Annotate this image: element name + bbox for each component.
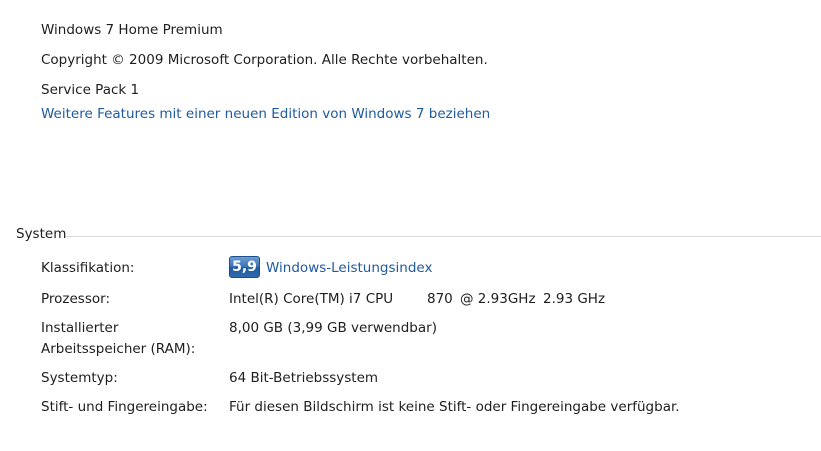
rating-label: Klassifikation:: [41, 260, 135, 276]
processor-speed: 2.93 GHz: [543, 291, 606, 307]
processor-name: Intel(R) Core(TM) i7 CPU: [229, 291, 394, 307]
pen-touch-label: Stift- und Fingereingabe:: [41, 399, 208, 415]
upgrade-edition-link[interactable]: Weitere Features mit einer neuen Edition…: [41, 106, 490, 122]
copyright-text: Copyright © 2009 Microsoft Corporation. …: [41, 52, 488, 68]
service-pack-text: Service Pack 1: [41, 82, 140, 98]
section-divider: [66, 236, 821, 237]
edition-name: Windows 7 Home Premium: [41, 22, 223, 38]
ram-label: Installierter Arbeitsspeicher (RAM):: [41, 320, 196, 357]
processor-clock: @ 2.93GHz: [460, 291, 536, 307]
pen-touch-value: Für diesen Bildschirm ist keine Stift- o…: [229, 399, 680, 415]
system-section-header: System: [16, 226, 67, 242]
ram-value: 8,00 GB (3,99 GB verwendbar): [229, 320, 437, 336]
system-type-value: 64 Bit-Betriebssystem: [229, 370, 379, 386]
system-properties-page: Windows 7 Home Premium Copyright © 2009 …: [0, 0, 821, 451]
processor-label: Prozessor:: [41, 291, 110, 307]
system-type-label: Systemtyp:: [41, 370, 118, 386]
performance-score-badge[interactable]: 5,9: [229, 256, 260, 278]
windows-experience-index-link[interactable]: Windows-Leistungsindex: [266, 258, 432, 279]
processor-model: 870: [427, 291, 453, 307]
